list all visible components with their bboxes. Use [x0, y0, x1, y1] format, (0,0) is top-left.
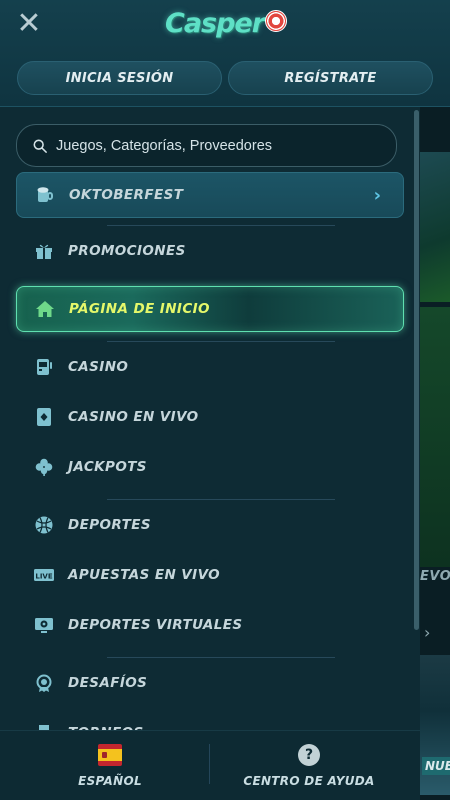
poker-chip-icon — [265, 10, 288, 32]
menu-item-label: PROMOCIONES — [68, 243, 186, 259]
help-center-button[interactable]: ? CENTRO DE AYUDA — [230, 731, 388, 800]
search-field[interactable] — [16, 124, 397, 167]
menu-item-pagina-de-inicio[interactable]: PÁGINA DE INICIO — [16, 286, 404, 332]
gift-icon — [34, 241, 54, 261]
menu-item-label: DEPORTES VIRTUALES — [68, 617, 243, 633]
menu-item-casino-en-vivo[interactable]: CASINO EN VIVO — [16, 394, 404, 440]
menu-item-promociones[interactable]: PROMOCIONES — [16, 228, 404, 274]
logo-text: Casper — [165, 7, 265, 39]
menu-item-oktoberfest[interactable]: OKTOBERFEST › — [16, 172, 404, 218]
search-input[interactable] — [56, 137, 376, 154]
menu-item-label: OKTOBERFEST — [69, 187, 184, 203]
divider — [107, 225, 335, 226]
menu-item-label: APUESTAS EN VIVO — [68, 567, 221, 583]
background-new-badge: NUEV — [422, 757, 450, 775]
search-icon — [33, 139, 47, 153]
background-page: EVOS › NUEV — [420, 107, 450, 800]
menu-item-apuestas-en-vivo[interactable]: LIVE APUESTAS EN VIVO — [16, 552, 404, 598]
drawer-scrollbar[interactable] — [414, 110, 419, 630]
top-header: ✕ Casper INICIA SESIÓN REGÍSTRATE — [0, 0, 450, 107]
menu-item-label: PÁGINA DE INICIO — [69, 301, 210, 317]
help-icon: ? — [298, 744, 320, 766]
background-banner — [420, 307, 450, 567]
register-button[interactable]: REGÍSTRATE — [228, 61, 433, 95]
casper-logo[interactable]: Casper — [165, 6, 290, 40]
chevron-right-icon: › — [424, 623, 431, 642]
medal-icon — [34, 673, 54, 693]
monitor-ball-icon — [34, 615, 54, 635]
chevron-right-icon: › — [373, 185, 381, 206]
login-button[interactable]: INICIA SESIÓN — [17, 61, 222, 95]
menu-item-jackpots[interactable]: JACKPOTS — [16, 444, 404, 490]
background-section-label: EVOS — [420, 569, 450, 584]
spain-flag-icon — [98, 744, 122, 766]
divider — [107, 657, 335, 658]
menu-item-deportes[interactable]: DEPORTES — [16, 502, 404, 548]
divider — [107, 499, 335, 500]
ball-icon — [34, 515, 54, 535]
help-center-label: CENTRO DE AYUDA — [243, 774, 375, 788]
menu-item-label: DEPORTES — [68, 517, 151, 533]
menu-item-label: CASINO EN VIVO — [68, 409, 199, 425]
footer-divider — [209, 744, 210, 784]
drawer-footer: ESPAÑOL ? CENTRO DE AYUDA — [0, 730, 420, 800]
live-icon: LIVE — [34, 565, 54, 585]
menu-item-label: JACKPOTS — [68, 459, 147, 475]
menu-item-label: DESAFÍOS — [68, 675, 148, 691]
svg-text:LIVE: LIVE — [35, 572, 52, 580]
slot-machine-icon — [34, 357, 54, 377]
side-menu-drawer: OKTOBERFEST › PROMOCIONES PÁGINA DE INIC… — [0, 107, 420, 800]
menu-item-deportes-virtuales[interactable]: DEPORTES VIRTUALES — [16, 602, 404, 648]
home-icon — [35, 299, 55, 319]
menu-item-label: CASINO — [68, 359, 129, 375]
language-selector[interactable]: ESPAÑOL — [60, 731, 160, 800]
menu-item-desafios[interactable]: DESAFÍOS — [16, 660, 404, 706]
beer-mug-icon — [35, 185, 55, 205]
language-label: ESPAÑOL — [78, 774, 142, 788]
close-icon[interactable]: ✕ — [14, 9, 44, 39]
playing-card-icon — [34, 407, 54, 427]
menu-item-casino[interactable]: CASINO — [16, 344, 404, 390]
background-banner — [420, 152, 450, 302]
clover-icon — [34, 457, 54, 477]
divider — [107, 341, 335, 342]
